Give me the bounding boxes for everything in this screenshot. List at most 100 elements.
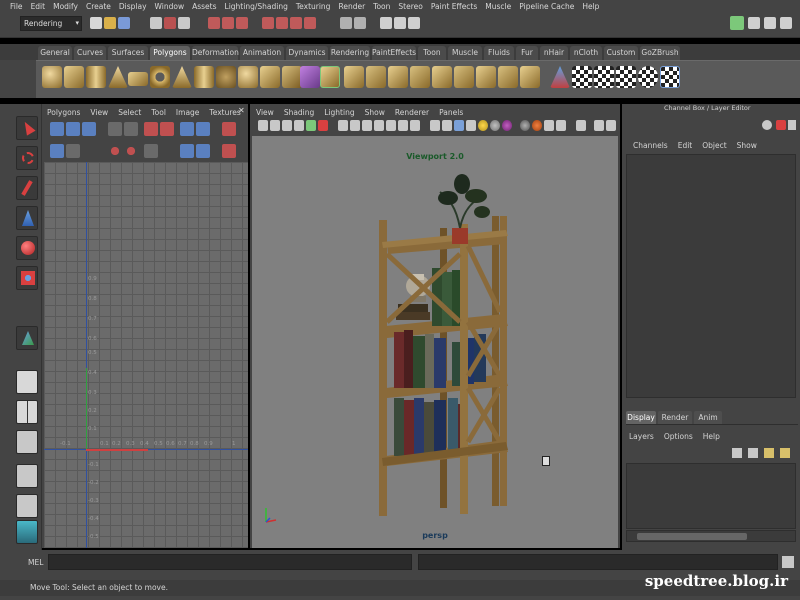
menu-muscle[interactable]: Muscle [481, 2, 515, 11]
panel-layout-icon[interactable] [606, 120, 616, 131]
show-manipulator-icon[interactable] [16, 326, 38, 350]
single-perspective-layout-icon[interactable] [16, 370, 38, 394]
hud-icon[interactable] [466, 120, 476, 131]
uv-grid-icon[interactable] [50, 144, 64, 158]
uv-menu-view[interactable]: View [85, 108, 113, 117]
uv-snapshot-icon[interactable] [222, 122, 236, 136]
uv-isolate-icon[interactable] [222, 144, 236, 158]
layer-menu-help[interactable]: Help [698, 432, 725, 441]
uv-editor-icon[interactable] [660, 66, 680, 88]
snap-curve-icon[interactable] [276, 17, 288, 29]
tool-settings-icon[interactable] [748, 17, 760, 29]
render-settings-icon[interactable] [408, 17, 420, 29]
booleans-icon[interactable] [320, 66, 340, 88]
viewport-menu-renderer[interactable]: Renderer [390, 108, 434, 117]
open-scene-icon[interactable] [104, 17, 116, 29]
menu-toon[interactable]: Toon [369, 2, 394, 11]
shelf-tab-muscle[interactable]: Muscle [448, 46, 482, 60]
wireframe-icon[interactable] [338, 120, 348, 131]
smooth-icon[interactable] [300, 66, 320, 88]
lasso-tool-icon[interactable] [16, 146, 38, 170]
menu-lighting-shading[interactable]: Lighting/Shading [221, 2, 292, 11]
move-tool-icon[interactable] [16, 206, 38, 230]
uv-sew-icon[interactable] [124, 122, 138, 136]
snap-point-icon[interactable] [290, 17, 302, 29]
spherical-map-icon[interactable] [616, 66, 636, 88]
uv-layout-icon[interactable] [160, 122, 174, 136]
isolate-select-icon[interactable] [454, 120, 464, 131]
channel-list-area[interactable] [626, 154, 796, 398]
layer-tab-display[interactable]: Display [626, 411, 656, 424]
uv-menu-image[interactable]: Image [171, 108, 205, 117]
uv-move-sew-icon[interactable] [144, 122, 158, 136]
new-scene-icon[interactable] [90, 17, 102, 29]
rotate-tool-icon[interactable] [16, 236, 38, 260]
camera-attributes-icon[interactable] [270, 120, 280, 131]
uv-flip-u-icon[interactable] [50, 122, 64, 136]
uv-flip-v-icon[interactable] [66, 122, 80, 136]
uv-image-icon[interactable] [66, 144, 80, 158]
extrude-icon[interactable] [344, 66, 364, 88]
shelf-tab-fur[interactable]: Fur [516, 46, 538, 60]
screen-space-ao-icon[interactable] [410, 120, 420, 131]
shelf-tab-general[interactable]: General [38, 46, 72, 60]
wireframe-on-shaded-icon[interactable] [362, 120, 372, 131]
pin-icon[interactable] [776, 120, 786, 130]
append-icon[interactable] [388, 66, 408, 88]
channel-box-toggle-icon[interactable] [764, 17, 776, 29]
shelf-tab-surfaces[interactable]: Surfaces [108, 46, 148, 60]
paint-select-tool-icon[interactable] [16, 176, 38, 200]
anti-aliasing-icon[interactable] [520, 120, 530, 131]
poly-helix-icon[interactable] [216, 66, 236, 88]
uv-unpin-icon[interactable] [124, 144, 138, 158]
menu-texturing[interactable]: Texturing [292, 2, 335, 11]
soccer-ball-icon[interactable] [238, 66, 258, 88]
use-all-lights-icon[interactable] [386, 120, 396, 131]
uv-menu-select[interactable]: Select [113, 108, 146, 117]
scale-tool-icon[interactable] [16, 266, 38, 290]
lock-icon[interactable] [788, 120, 796, 130]
uv-menu-tool[interactable]: Tool [146, 108, 171, 117]
ipr-render-icon[interactable] [394, 17, 406, 29]
offset-edge-icon[interactable] [454, 66, 474, 88]
inputs-icon[interactable] [354, 17, 366, 29]
mask-icon[interactable] [208, 17, 220, 29]
shelf-tab-polygons[interactable]: Polygons [150, 46, 190, 60]
channel-menu-channels[interactable]: Channels [628, 141, 673, 150]
menu-set-dropdown[interactable]: Rendering ▾ [20, 16, 82, 31]
shelf-tab-custom[interactable]: Custom [604, 46, 638, 60]
bridge-icon[interactable] [366, 66, 386, 88]
shadows-icon[interactable] [398, 120, 408, 131]
channel-menu-object[interactable]: Object [697, 141, 731, 150]
channel-menu-edit[interactable]: Edit [673, 141, 698, 150]
menu-pipeline-cache[interactable]: Pipeline Cache [515, 2, 578, 11]
scrollbar-thumb[interactable] [637, 533, 747, 540]
resolution-gate-icon[interactable] [490, 120, 500, 131]
smooth-shade-icon[interactable] [350, 120, 360, 131]
viewport-menu-shading[interactable]: Shading [279, 108, 319, 117]
poly-cylinder-icon[interactable] [86, 66, 106, 88]
grid-toggle-icon[interactable] [306, 120, 316, 131]
shelf-tab-animation[interactable]: Animation [240, 46, 284, 60]
persp-outliner-layout-icon[interactable] [16, 430, 38, 454]
uv-menu-polygons[interactable]: Polygons [42, 108, 85, 117]
frame-all-icon[interactable] [576, 120, 586, 131]
planar-map-icon[interactable] [572, 66, 592, 88]
chamfer-icon[interactable] [520, 66, 540, 88]
motion-blur-icon[interactable] [502, 120, 512, 131]
layer-scrollbar[interactable] [626, 530, 796, 542]
xray-joints-icon[interactable] [442, 120, 452, 131]
command-line-input[interactable] [48, 554, 412, 570]
select-hierarchy-icon[interactable] [150, 17, 162, 29]
split-icon[interactable] [410, 66, 430, 88]
channel-menu-show[interactable]: Show [732, 141, 762, 150]
bookshelf-model[interactable] [252, 136, 618, 548]
mask-icon-2[interactable] [222, 17, 234, 29]
move-down-layer-icon[interactable] [780, 448, 790, 458]
viewport-menu-view[interactable]: View [251, 108, 279, 117]
select-object-icon[interactable] [164, 17, 176, 29]
menu-window[interactable]: Window [151, 2, 189, 11]
select-tool-icon[interactable] [16, 116, 38, 140]
menu-paint-effects[interactable]: Paint Effects [427, 2, 481, 11]
cylindrical-map-icon[interactable] [594, 66, 614, 88]
